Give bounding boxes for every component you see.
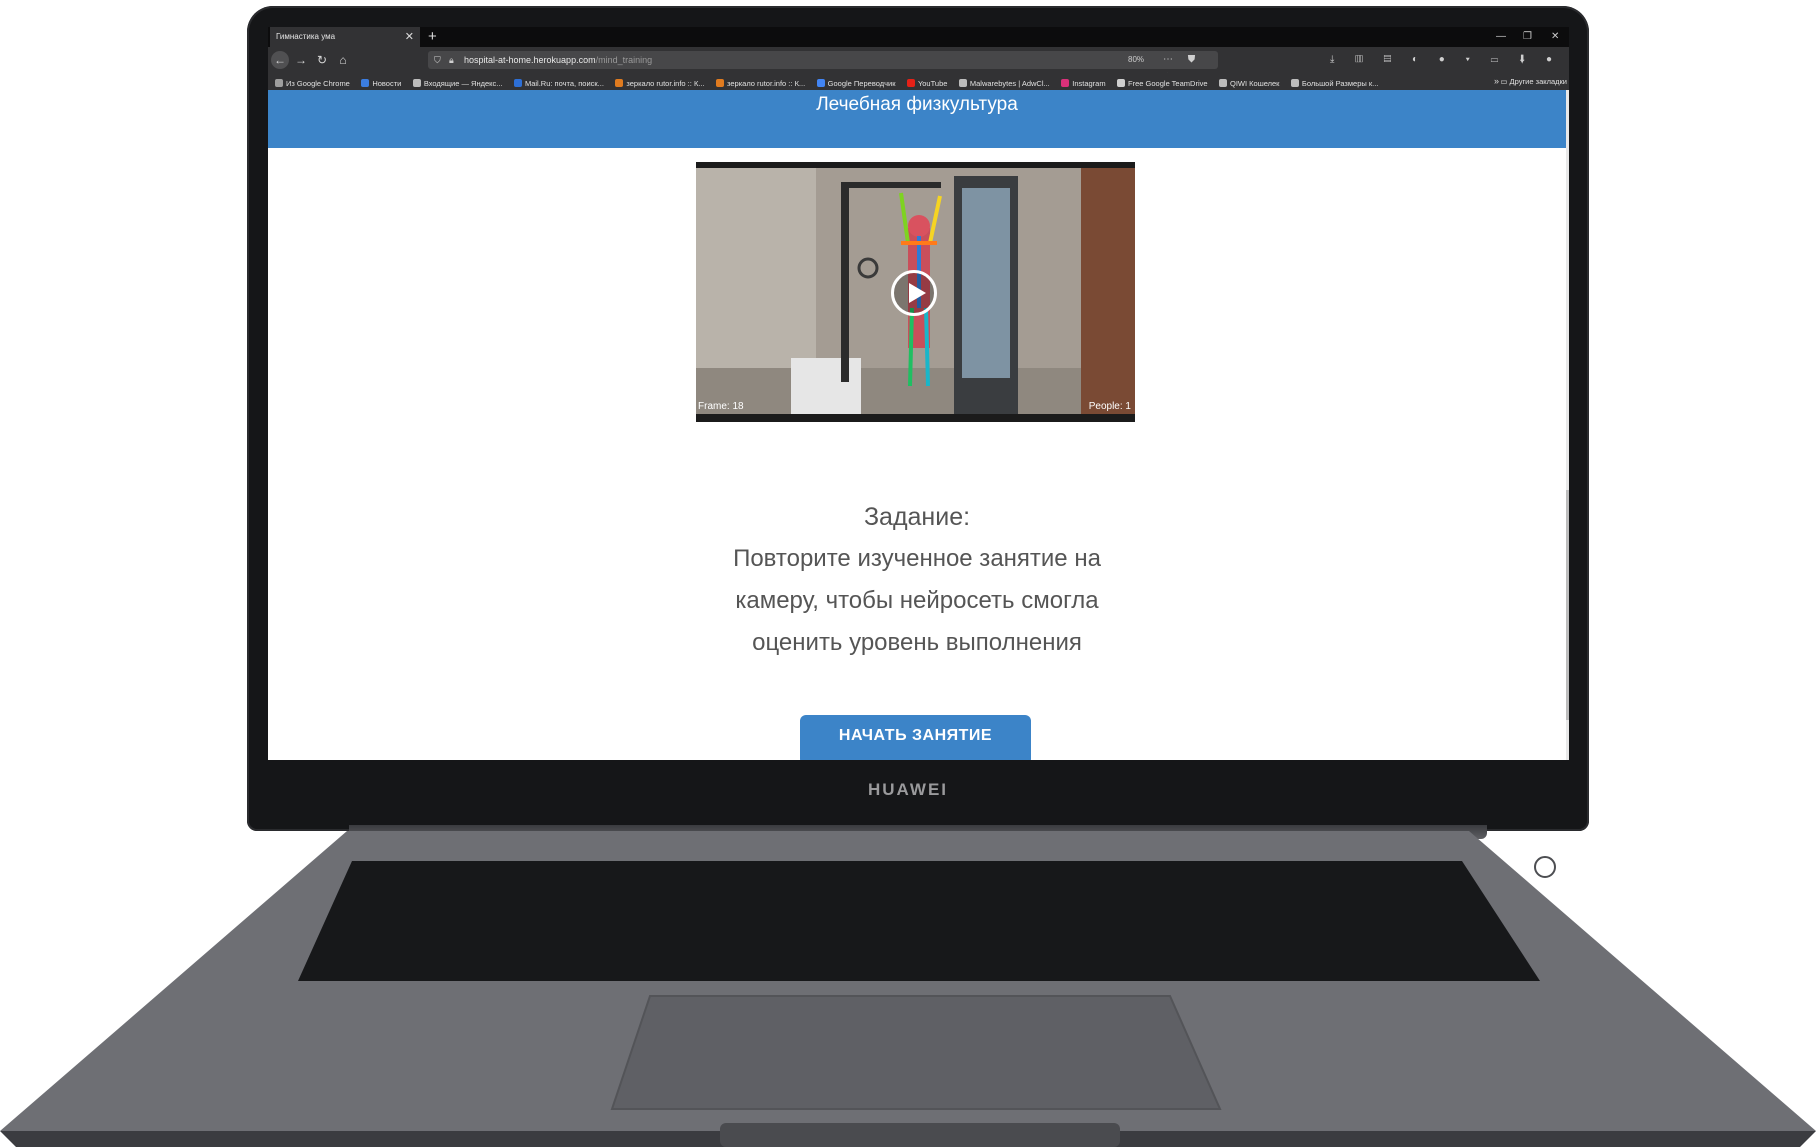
bookmark-item[interactable]: QIWI Кошелек	[1218, 75, 1280, 90]
instagram-icon	[1061, 79, 1070, 87]
bookmark-item[interactable]: Mail.Ru: почта, поиск...	[513, 75, 604, 90]
bookmark-item[interactable]: Новости	[361, 75, 401, 90]
news-icon	[361, 79, 370, 87]
lock-icon: 🔒︎	[449, 55, 454, 65]
play-icon[interactable]	[891, 270, 937, 316]
video-rack-top	[841, 182, 941, 188]
browser-tab[interactable]: Гимнастика ума ✕	[270, 27, 420, 47]
keyboard	[298, 861, 1540, 981]
bookmark-item[interactable]: Входящие — Яндекс...	[412, 75, 503, 90]
bookmark-label: Free Google TeamDrive	[1128, 79, 1208, 88]
bookmark-label: Malwarebytes | AdwCl...	[969, 79, 1050, 88]
home-icon[interactable]: ⌂	[334, 51, 352, 69]
globe-icon	[958, 79, 967, 87]
bookmark-item[interactable]: Free Google TeamDrive	[1117, 75, 1208, 90]
globe-icon	[1218, 79, 1227, 87]
address-bar[interactable]: ⛉ 🔒︎ hospital-at-home.herokuapp.com/mind…	[428, 51, 1218, 83]
page-header: Лечебная физкультура	[268, 90, 1566, 148]
url-host: hospital-at-home.herokuapp.com	[464, 55, 596, 65]
pose-left-leg	[908, 307, 914, 387]
task-line-2: камеру, чтобы нейросеть смогла	[735, 587, 1099, 614]
task-line-3: оценить уровень выполнения	[752, 629, 1082, 656]
shield-icon[interactable]: ⛉	[434, 51, 441, 69]
page-scrollbar[interactable]	[1566, 90, 1569, 760]
video-cabinet	[1081, 168, 1135, 414]
laptop-base-drawing	[0, 831, 1816, 1147]
video-frame-label: Frame: 18	[698, 401, 744, 412]
task-line-1: Повторите изученное занятие на	[733, 545, 1101, 572]
bookmark-item[interactable]: YouTube	[906, 75, 948, 90]
back-icon[interactable]: ←	[271, 51, 289, 69]
bookmarks-overflow-icon[interactable]: »	[1494, 73, 1499, 90]
bookmark-item[interactable]: Большой Размеры к...	[1290, 75, 1379, 90]
forward-icon[interactable]: →	[292, 51, 310, 69]
other-bookmarks-label: Другие закладки	[1509, 77, 1567, 86]
power-button-icon[interactable]	[1534, 856, 1556, 878]
bookmark-item[interactable]: Instagram	[1061, 75, 1106, 90]
globe-icon	[1290, 79, 1299, 87]
maximize-icon[interactable]: ❐	[1523, 27, 1532, 47]
minimize-icon[interactable]: —	[1496, 27, 1506, 47]
url-text: hospital-at-home.herokuapp.com/mind_trai…	[464, 51, 652, 69]
scrollbar-thumb[interactable]	[1566, 490, 1569, 720]
mail-icon	[513, 79, 522, 87]
other-bookmarks[interactable]: ▭ Другие закладки	[1500, 73, 1567, 90]
bookmark-label: зеркало rutor.info :: К...	[626, 79, 705, 88]
reload-icon[interactable]: ↻	[313, 51, 331, 69]
video-rack	[841, 182, 849, 382]
rutor-icon	[615, 79, 624, 87]
base-notch	[720, 1123, 1120, 1147]
bookmark-label: Mail.Ru: почта, поиск...	[524, 79, 604, 88]
video-floor	[696, 368, 1135, 414]
tab-close-icon[interactable]: ✕	[405, 27, 414, 47]
page-title: Лечебная физкультура	[816, 94, 1018, 115]
pose-right-leg	[924, 307, 930, 387]
zoom-level[interactable]: 80%	[1128, 51, 1144, 69]
bookmark-label: Большой Размеры к...	[1301, 79, 1379, 88]
video-person-head	[908, 215, 930, 237]
drive-icon	[1117, 79, 1126, 87]
rutor-icon	[716, 79, 725, 87]
youtube-icon	[906, 79, 915, 87]
bookmark-item[interactable]: Из Google Chrome	[275, 75, 350, 90]
bookmark-label: Instagram	[1072, 79, 1106, 88]
laptop-screen: Гимнастика ума ✕ + — ❐ ✕ ← → ↻ ⌂ ⛉ 🔒︎ ho…	[268, 27, 1569, 760]
video-door-glass	[962, 188, 1010, 378]
browser-tab-bar: Гимнастика ума ✕ + — ❐ ✕	[268, 27, 1569, 47]
bookmark-label: Google Переводчик	[827, 79, 896, 88]
bookmark-label: Входящие — Яндекс...	[423, 79, 503, 88]
exercise-video[interactable]: Frame: 18 People: 1	[696, 162, 1135, 422]
bookmark-item[interactable]: Malwarebytes | AdwCl...	[958, 75, 1050, 90]
bookmark-item[interactable]: зеркало rutor.info :: К...	[615, 75, 705, 90]
touchpad[interactable]	[610, 995, 1222, 1110]
new-tab-icon[interactable]: +	[428, 27, 437, 47]
video-bathtub	[791, 358, 861, 414]
folder-icon	[275, 79, 283, 87]
bookmark-item[interactable]: зеркало rutor.info :: К...	[716, 75, 805, 90]
browser-nav-bar: ← → ↻ ⌂ ⛉ 🔒︎ hospital-at-home.herokuapp.…	[268, 47, 1569, 83]
window-close-icon[interactable]: ✕	[1551, 27, 1559, 47]
bookmark-item[interactable]: Google Переводчик	[816, 75, 896, 90]
bookmark-label: YouTube	[917, 79, 948, 88]
bookmark-label: зеркало rutor.info :: К...	[727, 79, 806, 88]
globe-icon	[412, 79, 421, 87]
bookmark-label: QIWI Кошелек	[1229, 79, 1280, 88]
video-people-label: People: 1	[1088, 401, 1131, 412]
task-title: Задание:	[863, 503, 971, 531]
translate-icon	[816, 79, 825, 87]
toolbar-extensions-icon[interactable]: ⤓ ▥ ▤ ◐ ● ▾ ▭ ⬇ ● ▣ ☰	[1330, 51, 1569, 69]
bookmark-label: Из Google Chrome	[286, 79, 350, 88]
url-path: /mind_training	[595, 55, 653, 65]
bookmarks-bar: Из Google Chrome Новости Входящие — Янде…	[268, 73, 1569, 90]
tab-title: Гимнастика ума	[276, 32, 336, 41]
brand-logo: HUAWEI	[868, 780, 948, 799]
laptop-base	[0, 831, 1816, 1147]
start-session-button[interactable]: НАЧАТЬ ЗАНЯТИЕ	[800, 715, 1031, 760]
bookmark-label: Новости	[372, 79, 402, 88]
